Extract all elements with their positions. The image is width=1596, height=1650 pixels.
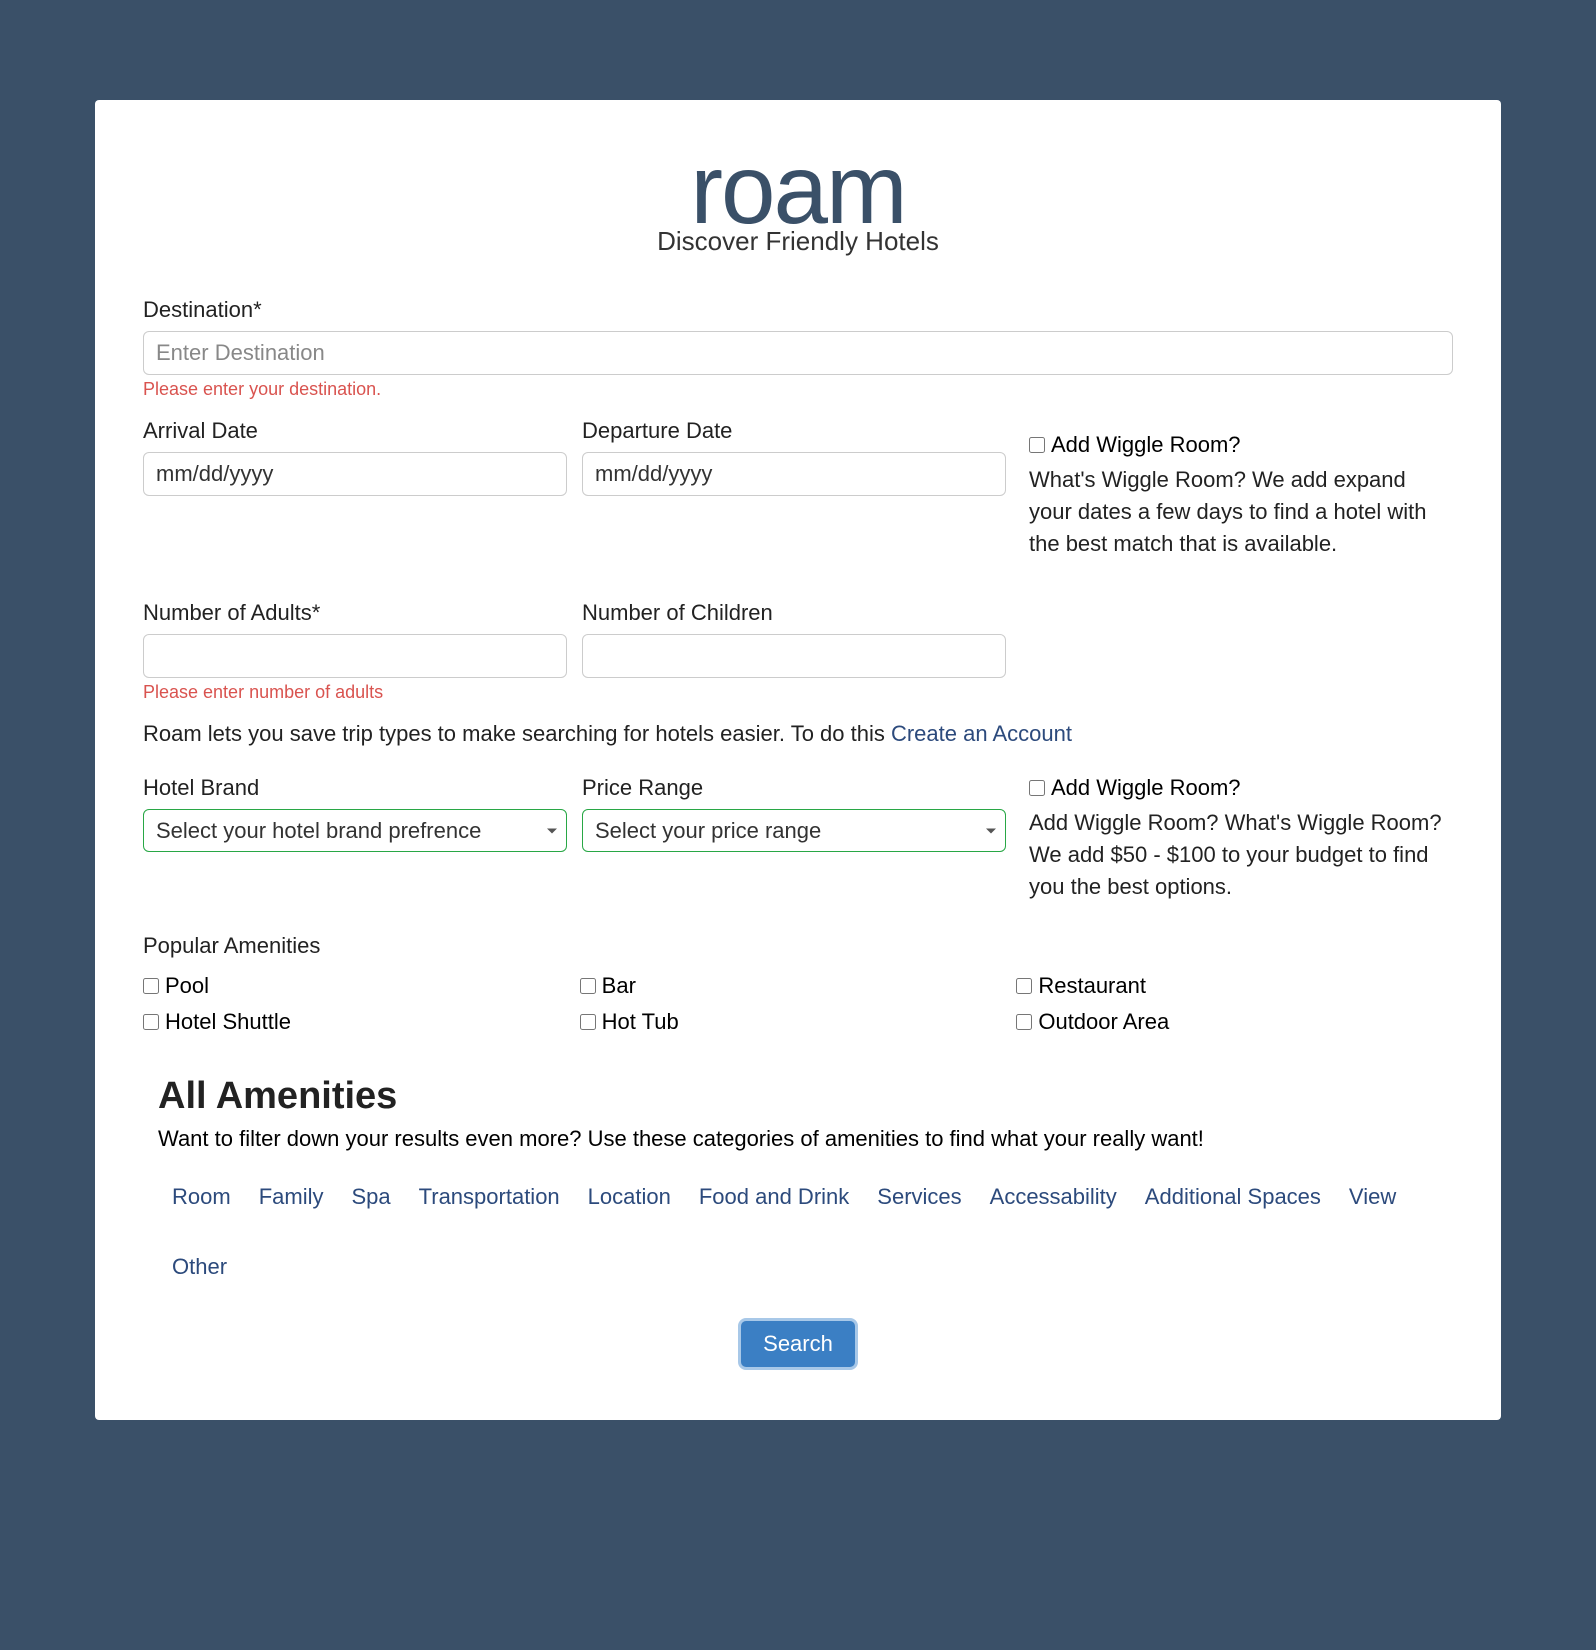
arrival-date-input[interactable] <box>143 452 567 496</box>
tab-services[interactable]: Services <box>877 1176 961 1218</box>
account-info: Roam lets you save trip types to make se… <box>143 721 1453 747</box>
destination-label: Destination* <box>143 297 1453 323</box>
price-wiggle-col: Add Wiggle Room? Add Wiggle Room? What's… <box>1021 775 1453 903</box>
amenities-row-2: Hotel Shuttle Hot Tub Outdoor Area <box>143 1009 1453 1035</box>
amenity-tabs: Room Family Spa Transportation Location … <box>158 1176 1453 1288</box>
amenity-hottub-checkbox[interactable] <box>580 1014 596 1030</box>
amenity-bar-checkbox[interactable] <box>580 978 596 994</box>
brand-price-row: Hotel Brand Select your hotel brand pref… <box>143 775 1453 903</box>
children-label: Number of Children <box>582 600 1006 626</box>
amenity-bar-label: Bar <box>602 973 636 999</box>
tab-other[interactable]: Other <box>172 1246 227 1288</box>
tab-additional-spaces[interactable]: Additional Spaces <box>1145 1176 1321 1218</box>
adults-col: Number of Adults* Please enter number of… <box>143 600 567 703</box>
dates-wiggle-col: Add Wiggle Room? What's Wiggle Room? We … <box>1021 418 1453 560</box>
tab-room[interactable]: Room <box>172 1176 231 1218</box>
children-input[interactable] <box>582 634 1006 678</box>
logo-block: roam Discover Friendly Hotels <box>143 150 1453 257</box>
destination-input[interactable] <box>143 331 1453 375</box>
tab-food-drink[interactable]: Food and Drink <box>699 1176 849 1218</box>
brand-select[interactable]: Select your hotel brand prefrence <box>143 809 567 852</box>
all-amenities-heading: All Amenities <box>158 1075 1453 1118</box>
children-col: Number of Children <box>582 600 1006 703</box>
search-button[interactable]: Search <box>738 1318 858 1370</box>
tab-transportation[interactable]: Transportation <box>419 1176 560 1218</box>
guests-spacer <box>1021 600 1453 703</box>
amenity-pool-checkbox[interactable] <box>143 978 159 994</box>
amenity-shuttle-checkbox[interactable] <box>143 1014 159 1030</box>
all-amenities-desc: Want to filter down your results even mo… <box>158 1126 1453 1152</box>
amenity-hottub-label: Hot Tub <box>602 1009 679 1035</box>
brand-col: Hotel Brand Select your hotel brand pref… <box>143 775 567 903</box>
dates-wiggle-checkbox[interactable] <box>1029 437 1045 453</box>
tab-family[interactable]: Family <box>259 1176 324 1218</box>
price-select[interactable]: Select your price range <box>582 809 1006 852</box>
adults-input[interactable] <box>143 634 567 678</box>
arrival-col: Arrival Date <box>143 418 567 560</box>
destination-error: Please enter your destination. <box>143 379 1453 400</box>
dates-wiggle-desc: What's Wiggle Room? We add expand your d… <box>1029 464 1453 560</box>
tab-spa[interactable]: Spa <box>351 1176 390 1218</box>
departure-col: Departure Date <box>582 418 1006 560</box>
amenity-outdoor-label: Outdoor Area <box>1038 1009 1169 1035</box>
destination-group: Destination* Please enter your destinati… <box>143 297 1453 400</box>
amenities-row-1: Pool Bar Restaurant <box>143 973 1453 999</box>
tab-accessability[interactable]: Accessability <box>990 1176 1117 1218</box>
all-amenities-block: All Amenities Want to filter down your r… <box>143 1075 1453 1288</box>
create-account-link[interactable]: Create an Account <box>891 721 1072 746</box>
brand-logo: roam <box>143 150 1453 228</box>
adults-label: Number of Adults* <box>143 600 567 626</box>
tab-location[interactable]: Location <box>588 1176 671 1218</box>
dates-row: Arrival Date Departure Date Add Wiggle R… <box>143 418 1453 560</box>
guests-row: Number of Adults* Please enter number of… <box>143 600 1453 703</box>
amenity-restaurant-checkbox[interactable] <box>1016 978 1032 994</box>
search-button-wrap: Search <box>143 1318 1453 1370</box>
tagline: Discover Friendly Hotels <box>143 226 1453 257</box>
price-label: Price Range <box>582 775 1006 801</box>
price-col: Price Range Select your price range <box>582 775 1006 903</box>
brand-label: Hotel Brand <box>143 775 567 801</box>
amenity-shuttle-label: Hotel Shuttle <box>165 1009 291 1035</box>
amenity-outdoor-checkbox[interactable] <box>1016 1014 1032 1030</box>
arrival-label: Arrival Date <box>143 418 567 444</box>
price-wiggle-label: Add Wiggle Room? <box>1051 775 1241 801</box>
price-wiggle-checkbox[interactable] <box>1029 780 1045 796</box>
popular-amenities-heading: Popular Amenities <box>143 933 1453 959</box>
adults-error: Please enter number of adults <box>143 682 567 703</box>
search-card: roam Discover Friendly Hotels Destinatio… <box>95 100 1501 1420</box>
account-info-text: Roam lets you save trip types to make se… <box>143 721 891 746</box>
departure-date-input[interactable] <box>582 452 1006 496</box>
price-wiggle-desc: Add Wiggle Room? What's Wiggle Room? We … <box>1029 807 1453 903</box>
departure-label: Departure Date <box>582 418 1006 444</box>
amenity-restaurant-label: Restaurant <box>1038 973 1146 999</box>
amenity-pool-label: Pool <box>165 973 209 999</box>
tab-view[interactable]: View <box>1349 1176 1396 1218</box>
dates-wiggle-label: Add Wiggle Room? <box>1051 432 1241 458</box>
